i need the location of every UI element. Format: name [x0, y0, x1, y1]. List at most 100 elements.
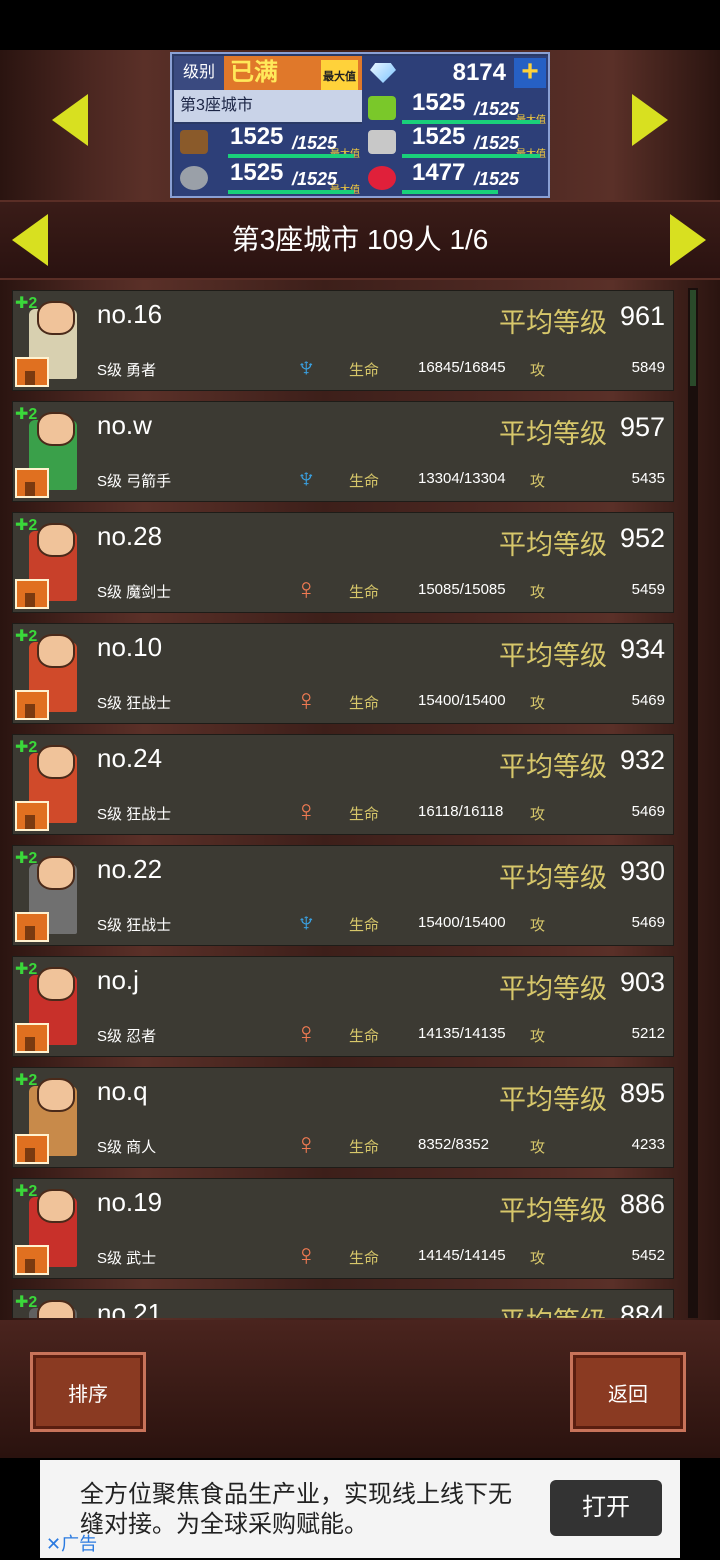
hp-label: 生命 [349, 695, 380, 712]
sort-button[interactable]: 排序 [30, 1352, 146, 1432]
hp-value: 15400/15400 [418, 914, 506, 931]
member-row[interactable]: ✚2 no.21 平均等级 884 [12, 1289, 674, 1318]
character-head [37, 856, 75, 890]
status-bar [0, 0, 720, 50]
resource-value: 1525 [412, 89, 466, 116]
character-avatar: ✚2 [15, 1292, 95, 1318]
scrollbar[interactable] [688, 288, 698, 1318]
resource-value: 1477 [412, 159, 466, 186]
hp-value: 8352/8352 [418, 1136, 489, 1153]
member-row[interactable]: ✚2 no.16 平均等级 961 S级 勇者 ♆ 生命 16845/16845… [12, 290, 674, 391]
member-name: no.w [97, 410, 152, 440]
level-max-badge: 最大值 [321, 60, 358, 94]
fire-element-icon: ♀ [295, 1239, 318, 1272]
page-title: 第3座城市 109人 1/6 [231, 224, 489, 255]
rank-plus-icon: ✚2 [15, 406, 38, 423]
grass-icon [368, 96, 396, 120]
wood-icon [180, 130, 208, 154]
character-head [37, 1078, 75, 1112]
hp-value: 16845/16845 [418, 359, 506, 376]
character-head [37, 1300, 75, 1318]
avg-level-label: 平均等级 [499, 530, 607, 560]
level-value: 已满 最大值 [224, 56, 362, 94]
member-row[interactable]: ✚2 no.28 平均等级 952 S级 魔剑士 ♀ 生命 15085/1508… [12, 512, 674, 613]
house-icon [15, 1023, 49, 1053]
rank-plus-icon: ✚2 [15, 1072, 38, 1089]
fire-element-icon: ♀ [295, 1017, 318, 1050]
avg-level-label: 平均等级 [499, 863, 607, 893]
avg-level-label: 平均等级 [499, 641, 607, 671]
atk-value: 5212 [631, 1025, 665, 1042]
ad-open-button[interactable]: 打开 [550, 1480, 662, 1536]
member-row[interactable]: ✚2 no.10 平均等级 934 S级 狂战士 ♀ 生命 15400/1540… [12, 623, 674, 724]
hp-label: 生命 [349, 806, 380, 823]
character-avatar: ✚2 [15, 959, 95, 1053]
city-status-panel: 级别 已满 最大值 8174 + 第3座城市 1525 /1525 最大值 15… [170, 52, 550, 198]
character-avatar: ✚2 [15, 515, 95, 609]
avg-level-value: 895 [619, 1078, 665, 1108]
scroll-thumb[interactable] [690, 290, 696, 386]
back-button[interactable]: 返回 [570, 1352, 686, 1432]
hp-label: 生命 [349, 362, 380, 379]
atk-value: 5452 [631, 1247, 665, 1264]
avg-level-value: 903 [619, 967, 665, 997]
member-name: no.22 [97, 854, 163, 884]
resource-food: 1525 /1525 最大值 [362, 123, 548, 160]
member-class: S级 弓箭手 [97, 473, 172, 490]
add-gems-button[interactable]: + [514, 57, 546, 88]
avg-level-label: 平均等级 [499, 308, 607, 338]
resource-bar [402, 190, 498, 194]
member-name: no.q [97, 1076, 148, 1106]
next-page-arrow-icon[interactable] [670, 214, 706, 266]
member-name: no.24 [97, 743, 163, 773]
member-row[interactable]: ✚2 no.q 平均等级 895 S级 商人 ♀ 生命 8352/8352 攻 … [12, 1067, 674, 1168]
member-row[interactable]: ✚2 no.w 平均等级 957 S级 弓箭手 ♆ 生命 13304/13304… [12, 401, 674, 502]
hp-value: 15400/15400 [418, 692, 506, 709]
member-list[interactable]: ✚2 no.16 平均等级 961 S级 勇者 ♆ 生命 16845/16845… [10, 286, 680, 1318]
water-element-icon: ♆ [295, 351, 318, 384]
character-head [37, 1189, 75, 1223]
character-head [37, 301, 75, 335]
rank-plus-icon: ✚2 [15, 628, 38, 645]
bottom-bar: 排序 返回 [0, 1320, 720, 1458]
member-row[interactable]: ✚2 no.j 平均等级 903 S级 忍者 ♀ 生命 14135/14135 … [12, 956, 674, 1057]
house-icon [15, 912, 49, 942]
ad-close-tag[interactable]: ✕广告 [46, 1530, 97, 1556]
member-class: S级 狂战士 [97, 917, 172, 934]
atk-label: 攻 [530, 362, 546, 379]
avg-level-label: 平均等级 [499, 1085, 607, 1115]
next-city-arrow-icon[interactable] [632, 94, 668, 146]
member-class: S级 狂战士 [97, 695, 172, 712]
character-avatar: ✚2 [15, 293, 95, 387]
avg-level-label: 平均等级 [499, 974, 607, 1004]
atk-label: 攻 [530, 806, 546, 823]
member-name: no.28 [97, 521, 163, 551]
atk-value: 5459 [631, 581, 665, 598]
prev-city-arrow-icon[interactable] [52, 94, 88, 146]
hp-value: 14135/14135 [418, 1025, 506, 1042]
member-row[interactable]: ✚2 no.24 平均等级 932 S级 狂战士 ♀ 生命 16118/1611… [12, 734, 674, 835]
resource-value: 1525 [230, 159, 284, 186]
rank-plus-icon: ✚2 [15, 1294, 38, 1311]
member-row[interactable]: ✚2 no.19 平均等级 886 S级 武士 ♀ 生命 14145/14145… [12, 1178, 674, 1279]
resource-value: 1525 [230, 123, 284, 150]
resource-grass: 1525 /1525 最大值 [362, 89, 548, 126]
character-avatar: ✚2 [15, 848, 95, 942]
ad-banner[interactable]: 全方位聚焦食品生产业，实现线上线下无缝对接。为全球采购赋能。 打开 ✕广告 [40, 1460, 680, 1558]
resource-stone: 1525 /1525 最大值 [174, 159, 362, 196]
avg-level-label: 平均等级 [499, 1196, 607, 1226]
atk-label: 攻 [530, 1028, 546, 1045]
fire-element-icon: ♀ [295, 684, 318, 717]
avg-level-label: 平均等级 [499, 1300, 607, 1318]
ruby-icon [368, 166, 396, 190]
water-element-icon: ♆ [295, 462, 318, 495]
hp-label: 生命 [349, 1250, 380, 1267]
fire-element-icon: ♀ [295, 795, 318, 828]
fire-element-icon: ♀ [295, 1128, 318, 1161]
ad-text: 全方位聚焦食品生产业，实现线上线下无缝对接。为全球采购赋能。 [80, 1481, 512, 1538]
hp-label: 生命 [349, 917, 380, 934]
gem-count: 8174 [452, 59, 506, 86]
member-name: no.j [97, 965, 139, 995]
member-row[interactable]: ✚2 no.22 平均等级 930 S级 狂战士 ♆ 生命 15400/1540… [12, 845, 674, 946]
rank-plus-icon: ✚2 [15, 961, 38, 978]
